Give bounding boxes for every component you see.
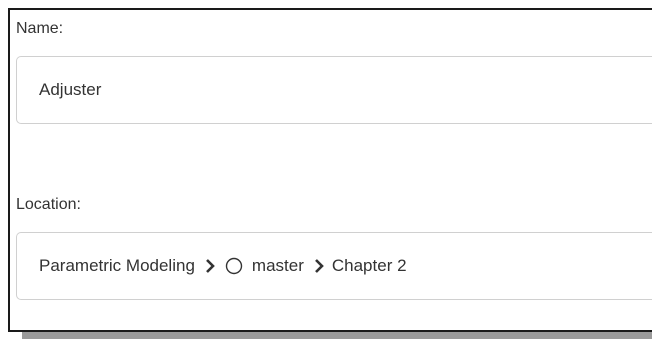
name-input-value: Adjuster: [39, 80, 102, 99]
chevron-right-icon: [200, 256, 220, 276]
location-label: Location:: [16, 196, 81, 213]
name-input[interactable]: Adjuster: [16, 56, 652, 124]
branch-circle-icon: [225, 257, 243, 275]
panel-bottom-shadow: [22, 332, 652, 339]
breadcrumb-folder[interactable]: Chapter 2: [332, 256, 407, 276]
breadcrumb-project[interactable]: Parametric Modeling: [39, 256, 195, 276]
name-label: Name:: [16, 20, 64, 37]
location-selector[interactable]: Parametric Modeling master Chapter 2: [16, 232, 652, 300]
chevron-right-icon: [309, 256, 329, 276]
breadcrumb-branch[interactable]: master: [252, 256, 304, 276]
